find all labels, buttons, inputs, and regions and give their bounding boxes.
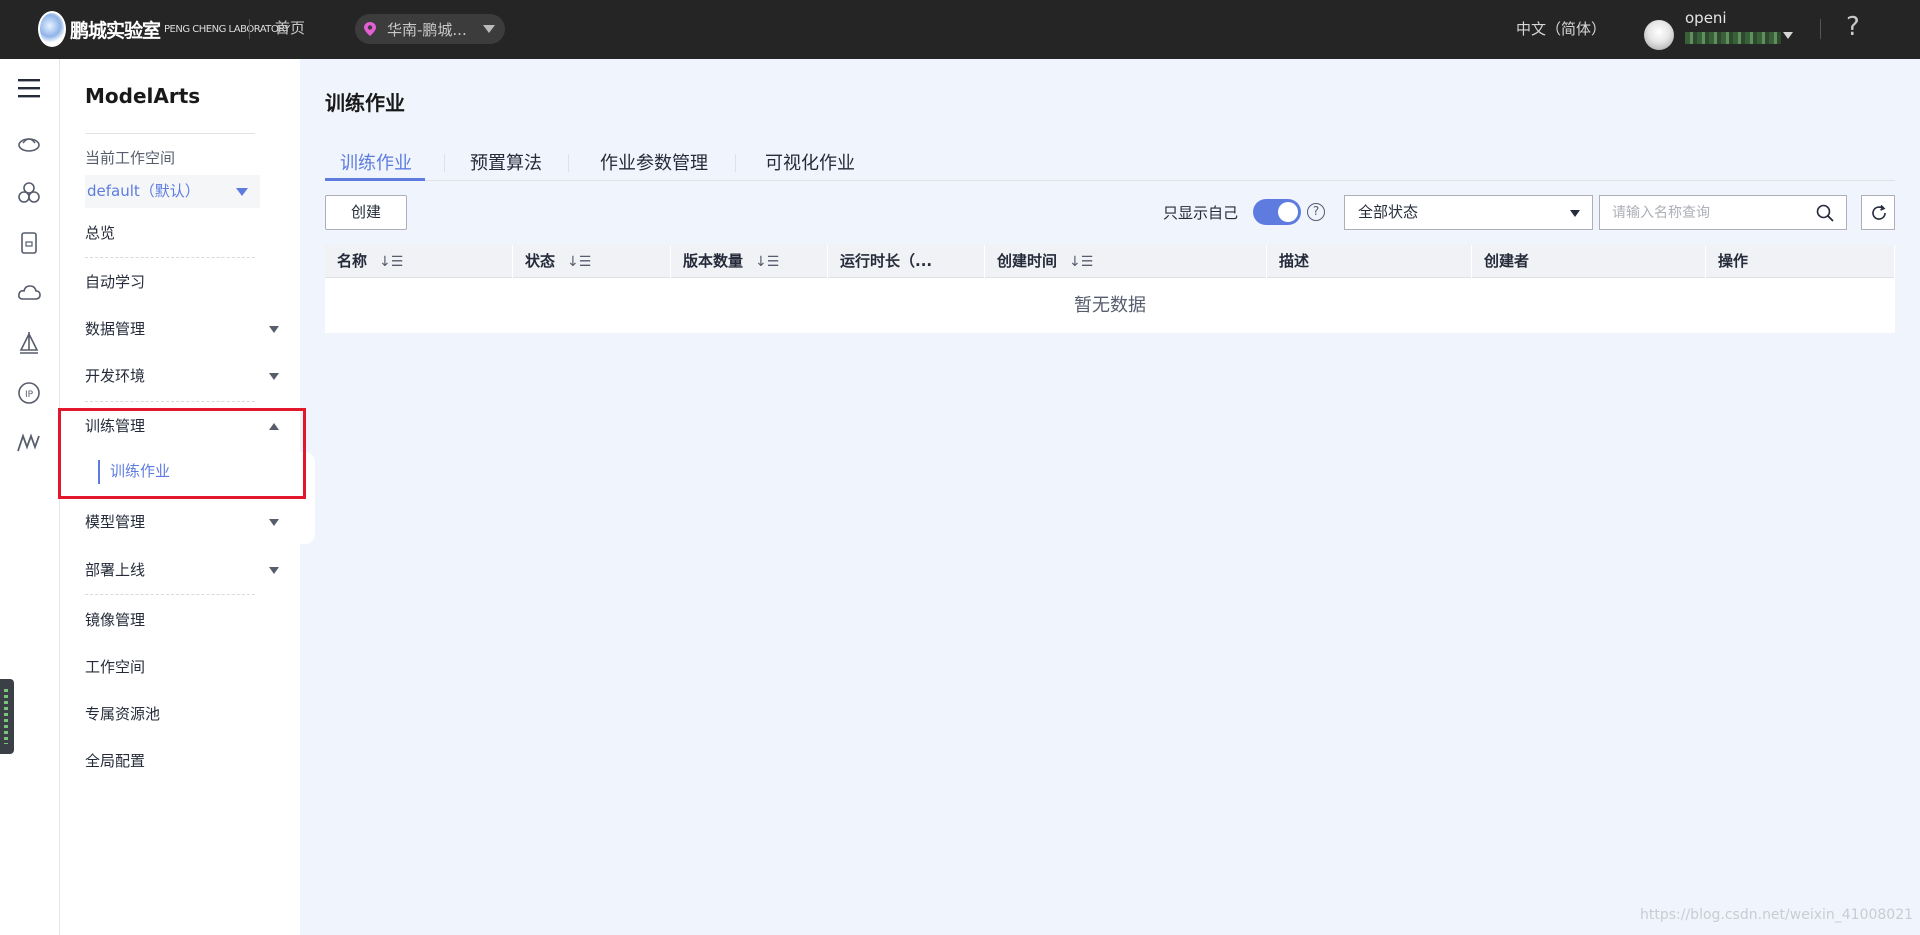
active-tab-indicator [325, 178, 425, 181]
refresh-icon [1872, 204, 1886, 220]
chevron-down-icon [269, 519, 279, 526]
only-me-toggle[interactable] [1253, 199, 1301, 225]
tab-divider [444, 154, 445, 172]
chevron-down-icon [1570, 210, 1580, 217]
nav-divider [85, 257, 255, 258]
top-bar: 鹏城实验室 PENG CHENG LABORATORY 首页 华南-鹏城... … [0, 0, 1920, 59]
chevron-down-icon [483, 25, 495, 33]
nav-item-dev-environment[interactable]: 开发环境 [85, 365, 285, 389]
toggle-knob [1278, 202, 1298, 222]
create-button[interactable]: 创建 [325, 195, 407, 230]
status-filter-value: 全部状态 [1358, 203, 1419, 221]
chevron-up-icon [269, 423, 279, 430]
nav-item-model-management[interactable]: 模型管理 [85, 511, 285, 535]
service-title: ModelArts [85, 84, 201, 108]
sort-icon[interactable]: ↓☰ [567, 246, 591, 279]
nav-item-overview[interactable]: 总览 [85, 222, 285, 246]
help-icon[interactable]: ? [1846, 12, 1860, 42]
search-input[interactable] [1600, 196, 1800, 229]
column-header-description: 描述 [1267, 245, 1472, 278]
column-header-status[interactable]: 状态 ↓☰ [513, 245, 671, 278]
chevron-down-icon [236, 188, 248, 196]
region-label: 华南-鹏城... [387, 20, 467, 39]
search-icon[interactable] [1816, 204, 1834, 222]
tab-divider [568, 154, 569, 172]
avatar[interactable] [1644, 20, 1674, 50]
nav-item-training-management[interactable]: 训练管理 [85, 415, 285, 439]
cloud-icon[interactable] [16, 280, 42, 306]
service-rail: IP [0, 59, 60, 935]
topbar-divider [1820, 19, 1821, 39]
logo-subtext: PENG CHENG LABORATORY [164, 23, 290, 35]
logo[interactable]: 鹏城实验室 PENG CHENG LABORATORY [38, 9, 290, 49]
chevron-down-icon [269, 326, 279, 333]
username[interactable]: openi [1685, 9, 1727, 27]
column-header-creator: 创建者 [1472, 245, 1706, 278]
workspace-value: default（默认） [87, 182, 200, 200]
nav-item-deploy[interactable]: 部署上线 [85, 559, 285, 583]
refresh-button[interactable] [1861, 195, 1895, 230]
search-box [1599, 195, 1847, 230]
sort-icon[interactable]: ↓☰ [755, 246, 779, 279]
sort-icon[interactable]: ↓☰ [1069, 246, 1093, 279]
logo-emblem-icon [38, 11, 66, 47]
nav-item-auto-learning[interactable]: 自动学习 [85, 271, 285, 295]
menu-icon[interactable] [16, 75, 42, 101]
chevron-down-icon [269, 373, 279, 380]
cloud-hub-icon[interactable] [16, 130, 42, 156]
nav-divider [85, 401, 255, 402]
location-pin-icon [364, 22, 376, 36]
sort-icon[interactable]: ↓☰ [379, 246, 403, 279]
home-link[interactable]: 首页 [275, 17, 305, 38]
column-header-actions: 操作 [1706, 245, 1895, 278]
nav-item-dedicated-pool[interactable]: 专属资源池 [85, 703, 285, 727]
nav-item-global-config[interactable]: 全局配置 [85, 750, 285, 774]
nav-item-image-management[interactable]: 镜像管理 [85, 609, 285, 633]
only-me-label: 只显示自己 [1163, 204, 1239, 222]
side-nav: ModelArts 当前工作空间 default（默认） 总览 自动学习 数据管… [60, 59, 300, 935]
watermark: https://blog.csdn.net/weixin_41008021 [1640, 907, 1914, 923]
tab-visual-jobs[interactable]: 可视化作业 [765, 149, 855, 175]
workspace-label: 当前工作空间 [85, 149, 176, 167]
question-icon[interactable]: ? [1307, 203, 1325, 221]
user-menu-chevron-icon[interactable] [1783, 32, 1793, 39]
user-id-redacted [1685, 32, 1781, 44]
device-icon[interactable] [16, 230, 42, 256]
page-title: 训练作业 [325, 91, 405, 115]
tab-divider [735, 154, 736, 172]
floating-widget-tab[interactable] [0, 679, 14, 754]
sail-icon[interactable] [16, 330, 42, 356]
column-header-version-count[interactable]: 版本数量 ↓☰ [671, 245, 828, 278]
region-selector[interactable]: 华南-鹏城... [355, 14, 505, 44]
tab-bar: 训练作业 预置算法 作业参数管理 可视化作业 [325, 145, 1895, 181]
nav-item-workspace[interactable]: 工作空间 [85, 656, 285, 680]
topbar-divider [249, 19, 250, 39]
sidebar-collapse-handle[interactable] [300, 452, 315, 544]
workspace-select[interactable]: default（默认） [85, 175, 260, 208]
language-selector[interactable]: 中文（简体） [1516, 18, 1606, 39]
status-filter-select[interactable]: 全部状态 [1344, 195, 1593, 230]
tab-preset-algorithms[interactable]: 预置算法 [470, 149, 542, 175]
logo-text: 鹏城实验室 [70, 19, 161, 42]
empty-state: 暂无数据 [325, 278, 1895, 333]
nav-subitem-training-jobs[interactable]: 训练作业 [98, 460, 170, 484]
svg-text:IP: IP [25, 390, 34, 400]
column-header-created-time[interactable]: 创建时间 ↓☰ [985, 245, 1267, 278]
chevron-down-icon [269, 567, 279, 574]
training-jobs-table: 名称 ↓☰ 状态 ↓☰ 版本数量 ↓☰ 运行时长（... 创建时间 ↓☰ 描述 创建者 … [325, 245, 1895, 333]
cluster-icon[interactable] [16, 180, 42, 206]
tab-job-params[interactable]: 作业参数管理 [600, 149, 708, 175]
modelarts-icon[interactable] [16, 430, 42, 456]
nav-divider [85, 594, 255, 595]
column-header-runtime[interactable]: 运行时长（... [828, 245, 985, 278]
ip-icon[interactable]: IP [16, 380, 42, 406]
nav-item-data-management[interactable]: 数据管理 [85, 318, 285, 342]
table-header: 名称 ↓☰ 状态 ↓☰ 版本数量 ↓☰ 运行时长（... 创建时间 ↓☰ 描述 创建者 … [325, 245, 1895, 278]
column-header-name[interactable]: 名称 ↓☰ [325, 245, 513, 278]
tab-training-jobs[interactable]: 训练作业 [340, 149, 412, 175]
nav-divider [85, 133, 255, 134]
